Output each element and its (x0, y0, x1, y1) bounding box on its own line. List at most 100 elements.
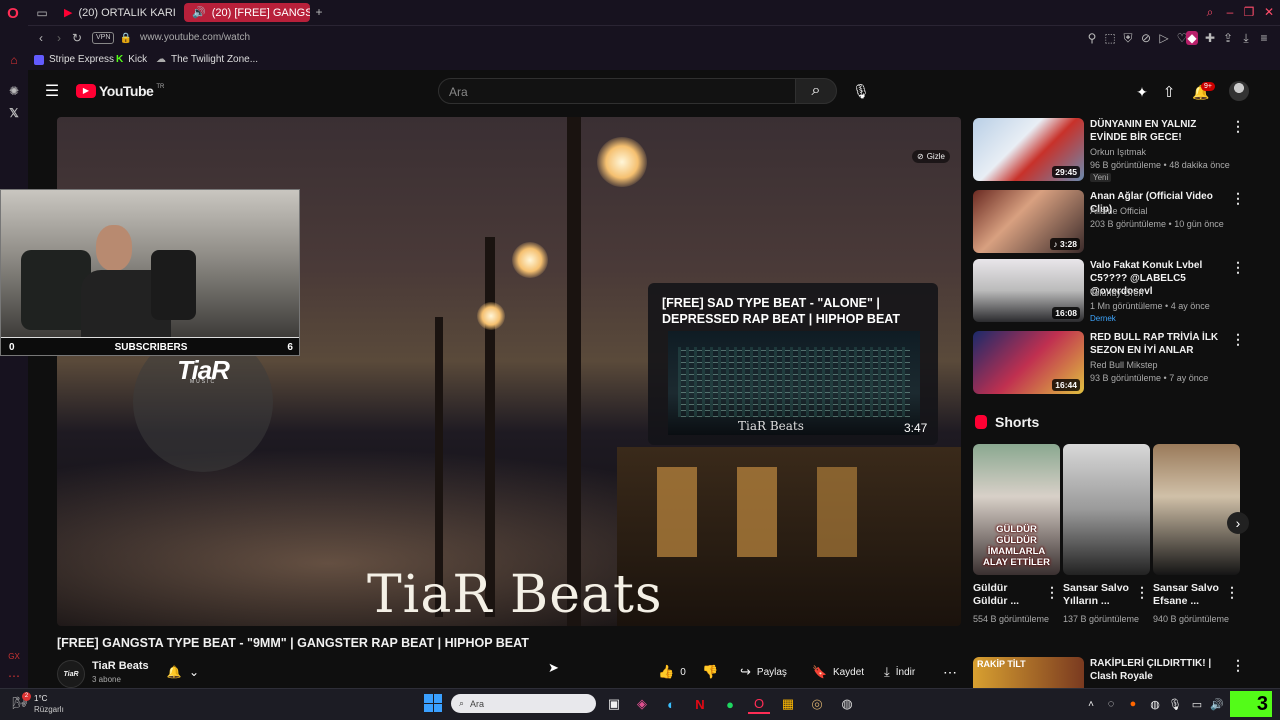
bookmark-twilight-zone[interactable]: ☁ The Twilight Zone... (156, 54, 258, 65)
end-screen-card[interactable]: [FREE] SAD TYPE BEAT - "ALONE" | DEPRESS… (648, 283, 938, 445)
rec-channel[interactable]: Allame Official (1090, 205, 1147, 218)
extension-puzzle-icon[interactable]: ✦ (1133, 83, 1151, 101)
mic-icon[interactable]: 🎙 (852, 82, 870, 100)
tab-ortalik-karisik[interactable]: ▶ (20) ORTALIK KARIŞIK! @c (56, 3, 176, 22)
upload-icon[interactable]: ⇧ (1160, 83, 1178, 101)
bottom-rec-title[interactable]: RAKİPLERİ ÇILDIRTTIK! | Clash Royale (1090, 657, 1225, 683)
copilot-icon[interactable]: ◈ (631, 694, 653, 714)
save-button[interactable]: 🔖 Kaydet (812, 660, 864, 684)
store-icon[interactable]: ▦ (777, 694, 799, 714)
extensions-icon[interactable]: ✚ (1204, 31, 1216, 45)
opera-logo-icon[interactable]: O (4, 4, 22, 22)
short-more-icon[interactable]: ⋮ (1225, 584, 1239, 601)
short-thumb-2[interactable] (1153, 444, 1240, 575)
minimize-icon[interactable]: – (1223, 5, 1237, 19)
bottom-rec-thumb[interactable]: RAKİP TİLT (973, 657, 1084, 688)
bookmark-kick[interactable]: K Kick (116, 54, 147, 65)
rec-duration: 29:45 (1052, 166, 1080, 178)
tray-network-icon[interactable]: ▭ (1186, 694, 1208, 714)
shorts-next-button[interactable]: › (1227, 512, 1249, 534)
avatar[interactable] (1229, 81, 1249, 101)
tray-opera-icon[interactable]: ● (1122, 694, 1144, 714)
gx-icon[interactable]: GX (6, 650, 22, 662)
share-button[interactable]: ↪ Paylaş (740, 660, 787, 684)
chevron-down-icon[interactable]: ⌄ (186, 664, 202, 680)
tray-mic-icon[interactable]: 🎙 (1164, 694, 1186, 714)
like-button[interactable]: 👍 0 (658, 660, 686, 684)
rec-title[interactable]: DÜNYANIN EN YALNIZ EVİNDE BİR GECE! (1090, 118, 1225, 144)
rec-title[interactable]: RED BULL RAP TRİVİA İLK SEZON EN İYİ ANL… (1090, 331, 1225, 357)
adblock-icon[interactable]: ⊘ (1140, 31, 1152, 45)
netflix-icon[interactable]: N (689, 694, 711, 714)
rec-more-icon[interactable]: ⋮ (1231, 190, 1245, 207)
snapshot-icon[interactable]: ⬚ (1104, 31, 1116, 45)
player-icon[interactable]: ▷ (1158, 31, 1170, 45)
rec-more-icon[interactable]: ⋮ (1231, 657, 1245, 674)
rec-more-icon[interactable]: ⋮ (1231, 331, 1245, 348)
shield-icon[interactable]: ⛨ (1122, 31, 1134, 45)
rec-channel[interactable]: Red Bull Mikstep (1090, 359, 1158, 372)
rec-channel[interactable]: Tolunay Ören (1090, 287, 1144, 300)
tab-label: (20) [FREE] GANGSTA (211, 6, 310, 19)
steam-icon[interactable]: ◍ (836, 694, 858, 714)
forward-icon[interactable]: › (52, 31, 66, 45)
tab-overview-icon[interactable]: ▭ (34, 5, 50, 21)
spotify-icon[interactable]: ● (719, 694, 741, 714)
search-input[interactable]: Ara (438, 78, 796, 104)
download-button[interactable]: ⤓ İndir (884, 660, 915, 684)
home-icon[interactable]: ⌂ (6, 52, 22, 68)
short-title[interactable]: Güldür Güldür ... (973, 582, 1039, 608)
youtube-logo[interactable]: ▶ YouTube TR (76, 83, 164, 99)
tray-app-icon[interactable]: ◌ (1100, 694, 1122, 714)
x-twitter-icon[interactable]: 𝕏 (6, 105, 22, 121)
tab-gangsta-active[interactable]: 🔊 (20) [FREE] GANGSTA (184, 3, 310, 22)
search-tabs-icon[interactable]: ⌕ (1203, 5, 1217, 19)
short-thumb-1[interactable] (1063, 444, 1150, 575)
hamburger-menu-icon[interactable]: ☰ (44, 83, 60, 100)
taskbar-search[interactable]: ⌕ Ara (451, 694, 596, 713)
new-tab-button[interactable]: + (312, 5, 326, 19)
tray-chevron-icon[interactable]: ˄ (1080, 694, 1102, 714)
bell-subscribe-icon[interactable]: 🔔 (166, 664, 182, 680)
rec-thumb-2[interactable]: 16:08 (973, 259, 1084, 322)
back-icon[interactable]: ‹ (34, 31, 48, 45)
rec-more-icon[interactable]: ⋮ (1231, 259, 1245, 276)
windows-start-button[interactable] (424, 694, 442, 712)
more-icon[interactable]: ⋯ (6, 669, 22, 683)
app-icon[interactable]: ◎ (806, 694, 828, 714)
rec-thumb-0[interactable]: 29:45 (973, 118, 1084, 181)
url-field[interactable]: www.youtube.com/watch (140, 32, 250, 43)
rec-thumb-3[interactable]: 16:44 (973, 331, 1084, 394)
download-icon[interactable]: ⤓ (1240, 31, 1252, 45)
aria-icon[interactable]: ◆ (1186, 31, 1198, 45)
share-icon[interactable]: ⇪ (1222, 31, 1234, 45)
pin-icon[interactable]: ⚲ (1086, 31, 1098, 45)
rec-thumb-1[interactable]: ♪ 3:28 (973, 190, 1084, 253)
short-more-icon[interactable]: ⋮ (1135, 584, 1149, 601)
vpn-badge[interactable]: VPN (92, 32, 115, 44)
chatgpt-icon[interactable]: ✺ (6, 83, 22, 99)
short-more-icon[interactable]: ⋮ (1045, 584, 1059, 601)
channel-avatar[interactable]: TiaR (57, 660, 85, 688)
rec-more-icon[interactable]: ⋮ (1231, 118, 1245, 135)
short-thumb-0[interactable]: GÜLDÜR GÜLDÜR İMAMLARLA ALAY ETTİLER (973, 444, 1060, 575)
dislike-button[interactable]: 👎 (702, 660, 718, 684)
edge-icon[interactable]: ◐ (660, 694, 682, 714)
lock-icon: 🔒 (119, 32, 133, 44)
reload-icon[interactable]: ↻ (70, 31, 84, 45)
task-view-icon[interactable]: ▣ (603, 694, 625, 714)
opera-gx-taskbar-icon[interactable]: O (748, 694, 770, 714)
hide-cards-button[interactable]: ⊘ Gizle (912, 150, 950, 163)
rec-channel[interactable]: Orkun Işıtmak (1090, 146, 1146, 159)
tray-steam-icon[interactable]: ◍ (1144, 694, 1166, 714)
tray-volume-icon[interactable]: 🔊 (1206, 694, 1228, 714)
short-title[interactable]: Sansar Salvo Efsane ... (1153, 582, 1223, 608)
search-button[interactable]: ⌕ (795, 78, 837, 104)
short-title[interactable]: Sansar Salvo Yılların ... (1063, 582, 1133, 608)
bookmark-stripe[interactable]: Stripe Express (34, 54, 114, 65)
close-window-icon[interactable]: ✕ (1262, 5, 1276, 19)
menu-icon[interactable]: ≡ (1258, 31, 1270, 45)
more-actions-icon[interactable]: ⋯ (942, 664, 958, 680)
maximize-icon[interactable]: ❐ (1242, 5, 1256, 19)
channel-name[interactable]: TiaR Beats (92, 660, 149, 672)
